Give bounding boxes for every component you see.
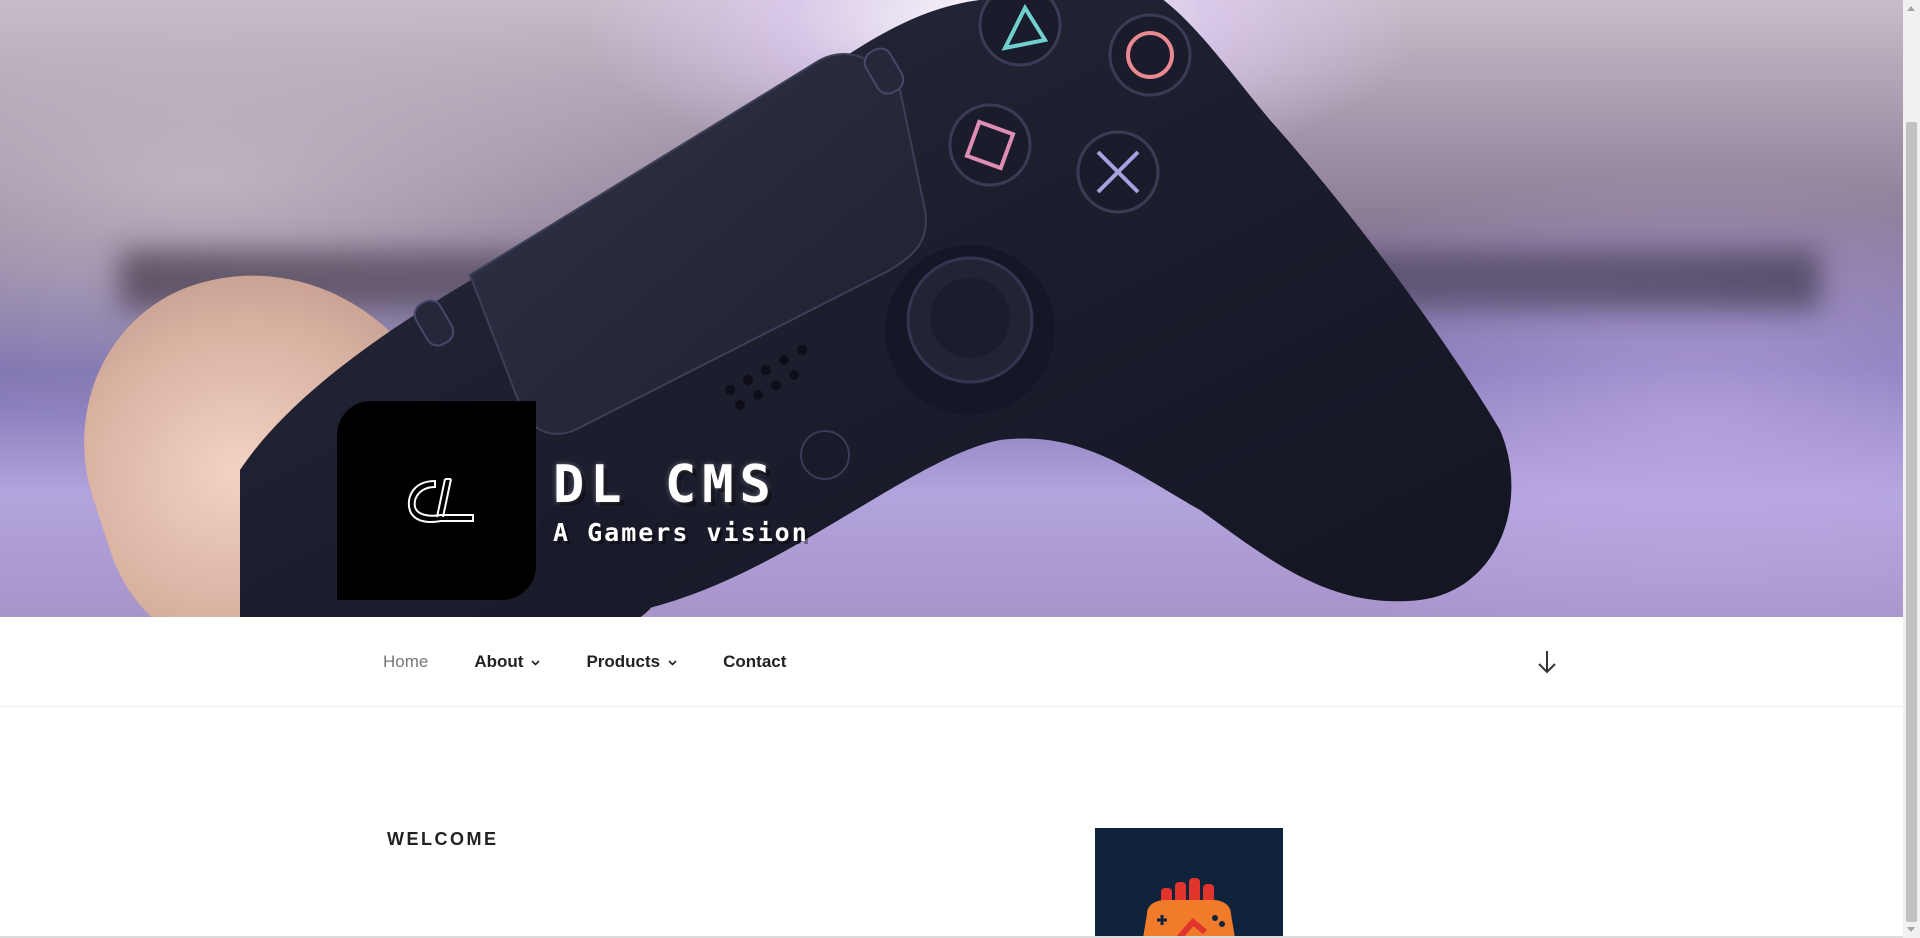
main-content: WELCOME [0,707,1903,938]
vertical-scrollbar[interactable] [1903,0,1920,938]
gamepad-fist-icon [1143,878,1235,938]
nav-item-label: About [474,651,524,671]
scroll-up-arrow-icon[interactable] [1907,6,1915,11]
site-logo[interactable] [337,401,536,600]
scroll-down-button[interactable] [1535,647,1559,677]
nav-item-about[interactable]: About [474,651,541,672]
nav-item-products[interactable]: Products [586,652,677,672]
header-hero-image: DL CMS A Gamers vision [0,0,1903,617]
featured-image[interactable] [1095,828,1283,938]
scroll-down-arrow-icon[interactable] [1907,927,1915,932]
chevron-down-icon [531,659,541,666]
nav-menu: Home About Products Contact [383,617,832,706]
game-controller-illustration [240,0,1512,617]
scrollbar-thumb[interactable] [1906,122,1917,922]
chevron-down-icon [668,659,677,666]
section-title: WELCOME [387,829,499,849]
nav-item-home[interactable]: Home [383,652,428,672]
arrow-down-icon [1538,651,1556,674]
nav-item-contact[interactable]: Contact [723,652,786,672]
nav-item-label: Home [383,651,429,671]
dl-logo-icon [407,477,474,523]
nav-item-label: Products [586,651,661,671]
site-title[interactable]: DL CMS [553,455,777,515]
nav-item-label: Contact [723,651,787,671]
main-navigation: Home About Products Contact [0,617,1903,707]
site-tagline: A Gamers vision [553,518,809,547]
